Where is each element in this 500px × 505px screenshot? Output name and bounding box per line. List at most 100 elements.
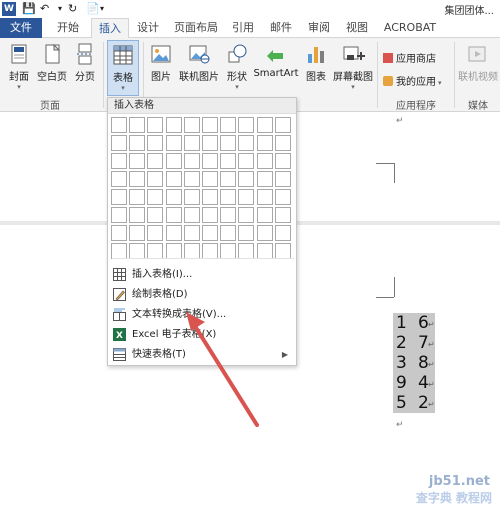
- tab-insert[interactable]: 插入: [91, 18, 129, 39]
- table-grid-cell[interactable]: [165, 135, 182, 151]
- table-grid-cell[interactable]: [111, 189, 127, 205]
- table-grid-cell[interactable]: [111, 225, 127, 241]
- tab-view[interactable]: 视图: [342, 18, 372, 38]
- table-grid-cell[interactable]: [183, 171, 200, 187]
- table-grid-cell[interactable]: [129, 207, 146, 223]
- smartart-button[interactable]: SmartArt: [252, 42, 300, 79]
- chart-button[interactable]: 图表: [302, 42, 330, 83]
- table-grid-cell[interactable]: [256, 207, 273, 223]
- table-grid-cell[interactable]: [165, 171, 182, 187]
- table-grid-cell[interactable]: [202, 225, 218, 241]
- blank-page-button[interactable]: 空白页: [34, 42, 70, 83]
- menu-item-quick-tables[interactable]: 快速表格(T) ▶: [108, 345, 296, 364]
- table-grid-cell[interactable]: [274, 171, 291, 187]
- table-grid-cell[interactable]: [238, 171, 255, 187]
- tab-mailings[interactable]: 邮件: [266, 18, 296, 38]
- table-grid-cell[interactable]: [220, 243, 237, 259]
- table-grid-cell[interactable]: [183, 207, 200, 223]
- table-grid-cell[interactable]: [220, 135, 237, 151]
- table-grid-cell[interactable]: [111, 117, 127, 133]
- my-apps-button[interactable]: 我的应用 ▾: [383, 73, 442, 88]
- table-grid-cell[interactable]: [183, 117, 200, 133]
- table-grid-cell[interactable]: [165, 225, 182, 241]
- table-grid-cell[interactable]: [147, 153, 164, 169]
- redo-icon[interactable]: ↻: [68, 2, 77, 16]
- shapes-button[interactable]: 形状 ▾: [222, 42, 252, 91]
- table-grid-cell[interactable]: [274, 153, 291, 169]
- table-grid-cell[interactable]: [202, 243, 218, 259]
- tab-review[interactable]: 审阅: [304, 18, 334, 38]
- table-grid-cell[interactable]: [220, 207, 237, 223]
- table-grid-cell[interactable]: [129, 225, 146, 241]
- table-grid-cell[interactable]: [129, 171, 146, 187]
- table-grid-cell[interactable]: [220, 171, 237, 187]
- online-picture-button[interactable]: 联机图片: [176, 42, 222, 83]
- table-grid-cell[interactable]: [183, 243, 200, 259]
- table-grid-cell[interactable]: [220, 225, 237, 241]
- table-grid-cell[interactable]: [256, 189, 273, 205]
- table-grid-cell[interactable]: [111, 153, 127, 169]
- table-grid-cell[interactable]: [183, 153, 200, 169]
- table-grid-cell[interactable]: [165, 207, 182, 223]
- table-grid-cell[interactable]: [274, 135, 291, 151]
- table-grid-cell[interactable]: [238, 117, 255, 133]
- table-grid-cell[interactable]: [220, 117, 237, 133]
- table-grid-cell[interactable]: [202, 153, 218, 169]
- table-grid-cell[interactable]: [183, 135, 200, 151]
- table-grid-cell[interactable]: [274, 243, 291, 259]
- table-grid-cell[interactable]: [129, 135, 146, 151]
- table-grid-cell[interactable]: [202, 189, 218, 205]
- table-grid-cell[interactable]: [238, 189, 255, 205]
- table-button[interactable]: 表格 ▾: [107, 40, 139, 96]
- table-grid-cell[interactable]: [129, 189, 146, 205]
- table-grid-cell[interactable]: [147, 117, 164, 133]
- table-grid-cell[interactable]: [165, 189, 182, 205]
- picture-button[interactable]: 图片: [147, 42, 175, 83]
- table-grid-cell[interactable]: [147, 135, 164, 151]
- table-grid-cell[interactable]: [111, 171, 127, 187]
- table-grid-cell[interactable]: [220, 189, 237, 205]
- table-grid-cell[interactable]: [238, 135, 255, 151]
- table-grid-cell[interactable]: [147, 171, 164, 187]
- table-grid-cell[interactable]: [256, 135, 273, 151]
- table-grid-cell[interactable]: [256, 243, 273, 259]
- customize-toolbar-icon[interactable]: ▾: [100, 2, 104, 16]
- table-grid-cell[interactable]: [274, 117, 291, 133]
- table-grid-cell[interactable]: [274, 207, 291, 223]
- table-grid-cell[interactable]: [238, 243, 255, 259]
- new-document-icon[interactable]: 📄: [86, 2, 100, 16]
- table-grid-cell[interactable]: [165, 117, 182, 133]
- table-grid-cell[interactable]: [111, 207, 127, 223]
- cover-page-button[interactable]: 封面 ▾: [4, 42, 34, 91]
- save-icon[interactable]: 💾: [22, 2, 36, 16]
- tab-design[interactable]: 设计: [132, 18, 164, 38]
- menu-item-insert-table[interactable]: 插入表格(I)...: [108, 265, 296, 284]
- table-grid-cell[interactable]: [202, 171, 218, 187]
- table-grid-cell[interactable]: [238, 225, 255, 241]
- table-grid-cell[interactable]: [256, 117, 273, 133]
- table-grid-cell[interactable]: [129, 243, 146, 259]
- undo-dropdown-icon[interactable]: ▾: [58, 2, 62, 16]
- table-grid-cell[interactable]: [256, 153, 273, 169]
- undo-icon[interactable]: ↶: [40, 2, 49, 16]
- table-grid-cell[interactable]: [165, 153, 182, 169]
- office-store-button[interactable]: 应用商店: [383, 50, 436, 65]
- page-break-button[interactable]: 分页: [72, 42, 98, 83]
- menu-item-text-to-table[interactable]: 文本转换成表格(V)...: [108, 305, 296, 324]
- table-grid-cell[interactable]: [129, 153, 146, 169]
- table-grid-cell[interactable]: [202, 135, 218, 151]
- tab-file[interactable]: 文件: [0, 18, 42, 38]
- tab-home[interactable]: 开始: [48, 18, 88, 38]
- table-grid-cell[interactable]: [183, 189, 200, 205]
- online-video-button[interactable]: 联机视频: [456, 42, 500, 83]
- table-grid-cell[interactable]: [183, 225, 200, 241]
- selected-text[interactable]: 1 6 ↵ 2 7 ↵ 3 8 ↵ 9 4 ↵ 5 2 ↵: [393, 313, 435, 413]
- table-grid-cell[interactable]: [147, 243, 164, 259]
- table-grid-cell[interactable]: [147, 225, 164, 241]
- table-grid-cell[interactable]: [111, 135, 127, 151]
- menu-item-excel-spreadsheet[interactable]: X Excel 电子表格(X): [108, 325, 296, 344]
- table-grid-cell[interactable]: [274, 225, 291, 241]
- table-grid-cell[interactable]: [147, 189, 164, 205]
- table-grid-cell[interactable]: [165, 243, 182, 259]
- menu-item-draw-table[interactable]: 绘制表格(D): [108, 285, 296, 304]
